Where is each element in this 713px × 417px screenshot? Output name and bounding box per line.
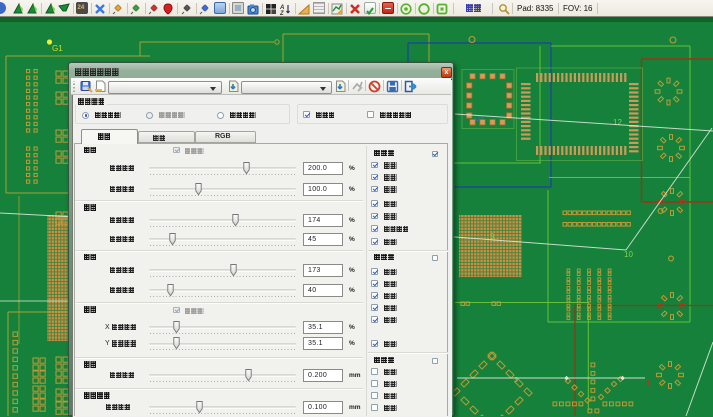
svg-text:Z: Z: [280, 11, 284, 15]
svg-text:12: 12: [613, 118, 622, 127]
svg-text:9: 9: [490, 232, 495, 241]
svg-text:1: 1: [646, 378, 651, 388]
svg-text:G1: G1: [52, 44, 63, 53]
svg-text:10: 10: [624, 250, 633, 259]
